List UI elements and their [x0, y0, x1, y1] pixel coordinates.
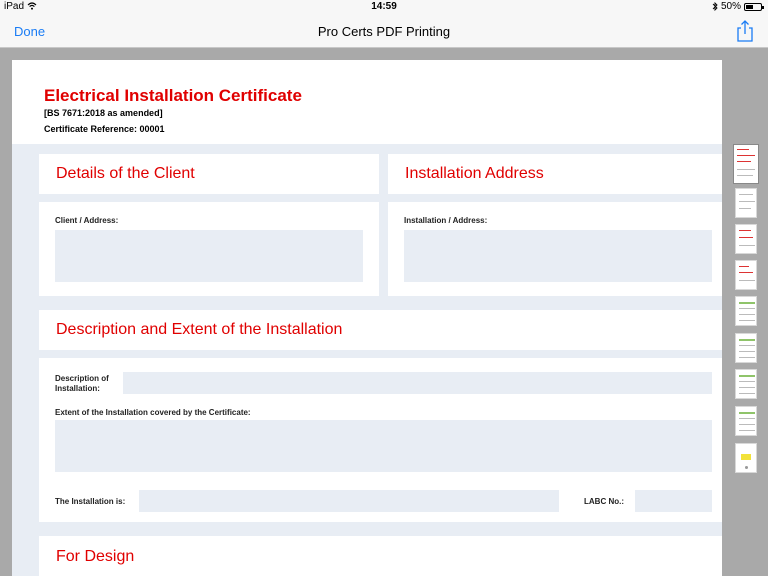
page-thumbnails — [728, 48, 768, 576]
status-bar: iPad 14:59 50% — [0, 0, 768, 14]
nav-bar: Done Pro Certs PDF Printing — [0, 14, 768, 48]
battery-icon — [744, 2, 764, 11]
address-section-header: Installation Address — [388, 154, 722, 194]
pdf-viewer[interactable]: Electrical Installation Certificate [BS … — [0, 48, 728, 576]
thumbnail-page-4[interactable] — [735, 260, 757, 290]
thumbnail-page-6[interactable] — [735, 333, 757, 363]
status-right: 50% — [712, 1, 764, 12]
status-time: 14:59 — [371, 1, 397, 12]
installation-is-field[interactable] — [139, 490, 559, 512]
installation-address-label: Installation / Address: — [404, 216, 488, 225]
thumbnail-page-5[interactable] — [735, 296, 757, 326]
client-section-header: Details of the Client — [39, 154, 379, 194]
bluetooth-icon — [712, 2, 718, 11]
pdf-page: Electrical Installation Certificate [BS … — [12, 60, 722, 576]
installation-address-field[interactable] — [404, 230, 712, 282]
description-label-line2: Installation: — [55, 384, 100, 393]
document-standard: [BS 7671:2018 as amended] — [44, 108, 163, 118]
thumbnail-page-8[interactable] — [735, 406, 757, 436]
client-address-label: Client / Address: — [55, 216, 119, 225]
client-section-title: Details of the Client — [56, 165, 195, 182]
page-header: Electrical Installation Certificate [BS … — [12, 60, 722, 144]
battery-percent: 50% — [720, 1, 741, 12]
installation-is-label: The Installation is: — [55, 497, 126, 506]
extent-label: Extent of the Installation covered by th… — [55, 408, 251, 417]
nav-title: Pro Certs PDF Printing — [317, 24, 451, 39]
address-section-title: Installation Address — [405, 165, 544, 182]
description-section-body: Description of Installation: Extent of t… — [39, 358, 722, 522]
description-field[interactable] — [123, 372, 712, 394]
labc-label: LABC No.: — [584, 497, 624, 506]
labc-field[interactable] — [635, 490, 712, 512]
design-section-header: For Design — [39, 536, 722, 576]
thumbnail-page-3[interactable] — [735, 224, 757, 254]
description-section-title: Description and Extent of the Installati… — [56, 321, 343, 338]
extent-field[interactable] — [55, 420, 712, 472]
certificate-reference: Certificate Reference: 00001 — [44, 124, 165, 134]
client-section-body: Client / Address: — [39, 202, 379, 296]
description-section-header: Description and Extent of the Installati… — [39, 310, 722, 350]
address-section-body: Installation / Address: — [388, 202, 722, 296]
thumbnail-page-7[interactable] — [735, 369, 757, 399]
document-title: Electrical Installation Certificate — [44, 86, 302, 105]
client-address-field[interactable] — [55, 230, 363, 282]
thumbnail-page-1[interactable] — [733, 144, 759, 184]
description-label-line1: Description of — [55, 374, 109, 383]
thumbnail-page-9[interactable] — [735, 443, 757, 473]
thumbnail-page-2[interactable] — [735, 188, 757, 218]
design-section-title: For Design — [56, 548, 135, 565]
share-icon[interactable] — [736, 20, 754, 42]
